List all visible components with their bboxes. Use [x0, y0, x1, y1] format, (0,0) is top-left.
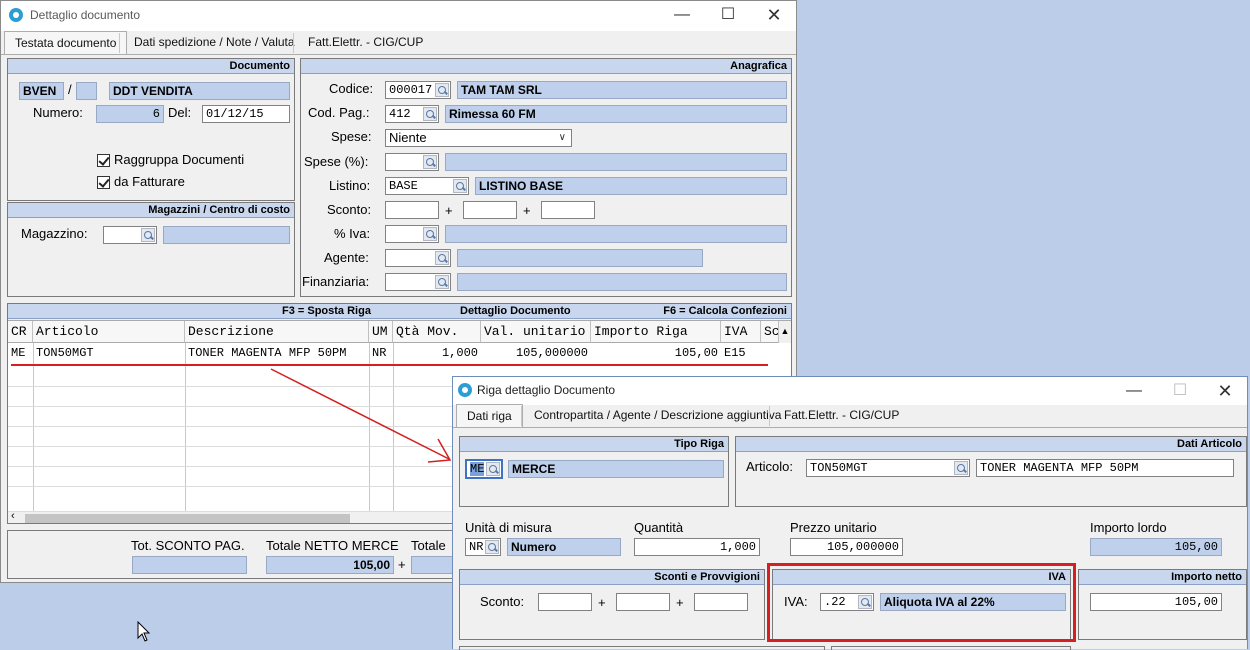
articolo-label: Articolo:	[746, 459, 793, 474]
lookup-icon[interactable]	[485, 540, 499, 554]
lookup-icon[interactable]	[954, 461, 968, 475]
close-icon[interactable]: ✕	[1202, 377, 1248, 405]
sconto3-field[interactable]	[694, 593, 748, 611]
sconto-pag-label: Tot. SCONTO PAG.	[131, 538, 245, 553]
minimize-icon[interactable]: —	[1111, 377, 1157, 405]
sconto-label: Sconto:	[480, 594, 525, 609]
bottom-panel-edge	[831, 646, 1071, 650]
maximize-icon[interactable]: ☐	[1157, 377, 1203, 405]
riga-dialog: Riga dettaglio Documento — ☐ ✕ Dati riga…	[452, 376, 1248, 650]
quantita-field[interactable]: 1,000	[634, 538, 760, 556]
lordo-label: Importo lordo	[1090, 520, 1167, 535]
netto-merce-field: 105,00	[266, 556, 394, 574]
um-field[interactable]: NR	[465, 538, 501, 556]
tab-baseline	[453, 427, 1247, 428]
netto-field: 105,00	[1090, 593, 1222, 611]
tipo-riga-value: ME	[470, 462, 485, 476]
lookup-icon[interactable]	[486, 462, 500, 476]
lordo-field: 105,00	[1090, 538, 1222, 556]
sconto1-field[interactable]	[538, 593, 592, 611]
plus-sign: +	[598, 595, 606, 610]
app-icon	[458, 383, 472, 397]
tipo-riga-descr-field: MERCE	[508, 460, 724, 478]
totale-field	[411, 556, 455, 574]
articolo-value: TON50MGT	[810, 461, 868, 475]
um-descr-field: Numero	[507, 538, 621, 556]
totale-label: Totale	[411, 538, 446, 553]
tab-dati-riga[interactable]: Dati riga	[456, 404, 523, 428]
netto-panel: Importo netto 105,00	[1078, 569, 1247, 640]
tipo-riga-panel: Tipo Riga ME MERCE	[459, 436, 729, 507]
sconti-panel: Sconti e Provvigioni Sconto: + +	[459, 569, 765, 640]
netto-header: Importo netto	[1079, 570, 1246, 585]
tab-separator	[769, 406, 770, 426]
sconti-header: Sconti e Provvigioni	[460, 570, 764, 585]
dati-articolo-panel: Dati Articolo Articolo: TON50MGT TONER M…	[735, 436, 1247, 507]
tab-separator	[521, 406, 522, 426]
tipo-riga-field[interactable]: ME	[465, 459, 503, 479]
dialog-title: Riga dettaglio Documento	[477, 383, 616, 397]
articolo-descr-field[interactable]: TONER MAGENTA MFP 50PM	[976, 459, 1234, 477]
tipo-riga-header: Tipo Riga	[460, 437, 728, 452]
um-label: Unità di misura	[465, 520, 552, 535]
articolo-field[interactable]: TON50MGT	[806, 459, 970, 477]
um-value: NR	[469, 540, 484, 554]
plus-sign: +	[398, 557, 406, 572]
mouse-cursor-icon	[137, 621, 151, 642]
sconto2-field[interactable]	[616, 593, 670, 611]
tab-fatt-elettr[interactable]: Fatt.Elettr. - CIG/CUP	[774, 404, 909, 428]
quantita-label: Quantità	[634, 520, 684, 535]
prezzo-label: Prezzo unitario	[790, 520, 877, 535]
tab-contropartita[interactable]: Contropartita / Agente / Descrizione agg…	[524, 404, 791, 428]
dati-articolo-header: Dati Articolo	[736, 437, 1246, 452]
prezzo-field[interactable]: 105,000000	[790, 538, 903, 556]
plus-sign: +	[676, 595, 684, 610]
dialog-titlebar: Riga dettaglio Documento — ☐ ✕	[453, 377, 1247, 405]
netto-merce-label: Totale NETTO MERCE	[266, 538, 399, 553]
iva-highlight-box	[767, 563, 1076, 642]
sconto-pag-field	[132, 556, 247, 574]
bottom-panel-edge	[459, 646, 825, 650]
